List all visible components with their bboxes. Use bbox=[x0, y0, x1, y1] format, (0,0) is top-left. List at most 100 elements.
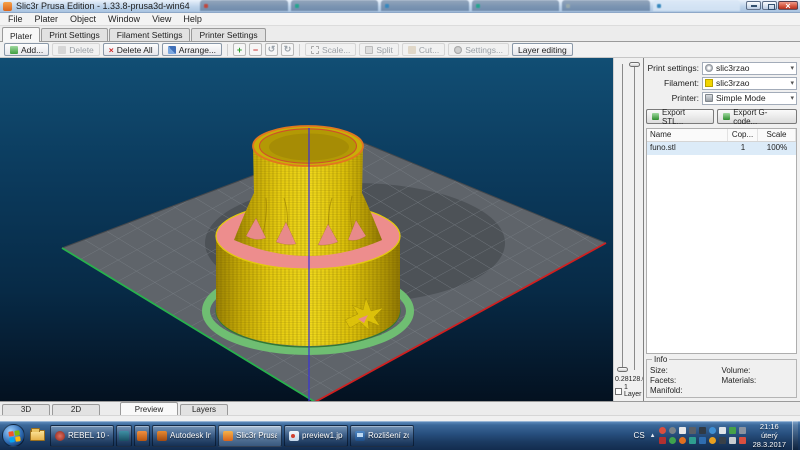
browser-tab[interactable] bbox=[472, 0, 560, 11]
favicon bbox=[295, 4, 299, 8]
bottom-layer-handle[interactable] bbox=[617, 367, 628, 372]
tray-icon[interactable] bbox=[689, 437, 696, 444]
settings-icon bbox=[454, 46, 462, 54]
tray-icon[interactable] bbox=[729, 427, 736, 434]
tray-icon[interactable] bbox=[709, 427, 716, 434]
taskbar-button-pinned-2[interactable] bbox=[134, 425, 150, 447]
clock-time: 21:16 bbox=[753, 422, 786, 431]
mail-app-icon bbox=[55, 431, 65, 441]
favicon bbox=[204, 4, 208, 8]
cut-button[interactable]: Cut... bbox=[402, 43, 445, 56]
tray-icon[interactable] bbox=[709, 437, 716, 444]
browser-tab[interactable] bbox=[291, 0, 379, 11]
info-materials-label: Materials: bbox=[722, 376, 794, 385]
rotate-ccw-button[interactable]: ↺ bbox=[265, 43, 278, 56]
print-settings-select[interactable]: slic3rzao ▾ bbox=[702, 62, 797, 75]
top-layer-handle[interactable] bbox=[629, 62, 640, 67]
export-gcode-button[interactable]: Export G-code... bbox=[717, 109, 797, 124]
tray-icon[interactable] bbox=[739, 427, 746, 434]
tray-icon[interactable] bbox=[679, 437, 686, 444]
arrange-button[interactable]: Arrange... bbox=[162, 43, 222, 56]
view-tab-preview[interactable]: Preview bbox=[120, 402, 178, 415]
language-indicator[interactable]: CS bbox=[632, 430, 647, 441]
taskbar-button-inventor[interactable]: Autodesk Inventor Pr... bbox=[152, 425, 216, 447]
tab-printer-settings[interactable]: Printer Settings bbox=[191, 28, 265, 41]
clock[interactable]: 21:16 úterý 28.3.2017 bbox=[750, 422, 789, 449]
delete-button[interactable]: Delete bbox=[52, 43, 100, 56]
window-controls bbox=[746, 1, 798, 10]
menu-plater[interactable]: Plater bbox=[29, 14, 65, 24]
decrease-copies-button[interactable]: − bbox=[249, 43, 262, 56]
favicon bbox=[476, 4, 480, 8]
object-list: Name Cop... Scale funo.stl 1 100% bbox=[646, 128, 797, 354]
printer-select[interactable]: Simple Mode ▾ bbox=[702, 92, 797, 105]
one-layer-checkbox[interactable] bbox=[615, 388, 622, 395]
app-icon bbox=[119, 431, 129, 441]
scene-canvas[interactable] bbox=[0, 58, 613, 401]
clock-weekday: úterý bbox=[753, 431, 786, 440]
slic3r-icon bbox=[223, 431, 233, 441]
object-scale: 100% bbox=[758, 142, 796, 155]
view-tab-3d[interactable]: 3D bbox=[2, 404, 50, 415]
browser-tab[interactable] bbox=[381, 0, 469, 11]
viewport-3d[interactable] bbox=[0, 58, 613, 401]
increase-copies-button[interactable]: + bbox=[233, 43, 246, 56]
menu-object[interactable]: Object bbox=[64, 14, 102, 24]
slider-values: 0.28 128.00 bbox=[614, 376, 643, 383]
tray-icon[interactable] bbox=[739, 437, 746, 444]
layer-slider-panel: 0.28 128.00 1 Layer bbox=[613, 58, 643, 401]
split-button[interactable]: Split bbox=[359, 43, 399, 56]
taskbar-button-slic3r[interactable]: Slic3r Prusa Edition - ... bbox=[218, 425, 282, 447]
start-button[interactable] bbox=[2, 424, 25, 447]
tray-icon[interactable] bbox=[669, 427, 676, 434]
windows-logo-icon bbox=[8, 430, 19, 441]
maximize-button[interactable] bbox=[762, 1, 777, 10]
browser-tab[interactable] bbox=[200, 0, 288, 11]
view-tab-2d[interactable]: 2D bbox=[52, 404, 100, 415]
browser-tab-active[interactable] bbox=[653, 0, 741, 11]
menu-window[interactable]: Window bbox=[102, 14, 146, 24]
view-tab-layers[interactable]: Layers bbox=[180, 404, 228, 415]
tray-icon[interactable] bbox=[659, 427, 666, 434]
tray-icon[interactable] bbox=[669, 437, 676, 444]
object-list-row[interactable]: funo.stl 1 100% bbox=[647, 142, 796, 155]
scale-button[interactable]: Scale... bbox=[305, 43, 356, 56]
delete-all-button[interactable]: ×Delete All bbox=[103, 43, 159, 56]
bottom-layer-slider[interactable] bbox=[622, 64, 623, 370]
top-layer-slider[interactable] bbox=[634, 64, 635, 370]
taskbar-button-rebel[interactable]: REBEL 10 - Odeslat o... bbox=[50, 425, 114, 447]
tray-icon[interactable] bbox=[679, 427, 686, 434]
tray-icon[interactable] bbox=[719, 427, 726, 434]
favicon bbox=[657, 4, 661, 8]
tray-icon[interactable] bbox=[719, 437, 726, 444]
explorer-icon[interactable] bbox=[30, 430, 45, 441]
toolbar-separator bbox=[299, 44, 300, 56]
tab-print-settings[interactable]: Print Settings bbox=[41, 28, 108, 41]
taskbar-button-pinned-1[interactable] bbox=[116, 425, 132, 447]
tray-icon[interactable] bbox=[729, 437, 736, 444]
show-hidden-icons[interactable]: ▲ bbox=[650, 433, 656, 439]
filament-select[interactable]: slic3rzao ▾ bbox=[702, 77, 797, 90]
add-button[interactable]: Add... bbox=[4, 43, 49, 56]
export-stl-button[interactable]: Export STL... bbox=[646, 109, 714, 124]
tab-filament-settings[interactable]: Filament Settings bbox=[109, 28, 191, 41]
show-desktop-button[interactable] bbox=[792, 421, 798, 450]
settings-button[interactable]: Settings... bbox=[448, 43, 509, 56]
layer-editing-toggle[interactable]: Layer editing bbox=[512, 43, 573, 56]
info-manifold-label: Manifold: bbox=[650, 386, 722, 395]
minimize-button[interactable] bbox=[746, 1, 761, 10]
rotate-cw-button[interactable]: ↻ bbox=[281, 43, 294, 56]
taskbar-button-paint[interactable]: preview1.jpg - Malov... bbox=[284, 425, 348, 447]
toolbar-separator bbox=[227, 44, 228, 56]
browser-tab[interactable] bbox=[562, 0, 650, 11]
tray-icon[interactable] bbox=[699, 427, 706, 434]
tray-icon[interactable] bbox=[689, 427, 696, 434]
tab-plater[interactable]: Plater bbox=[2, 27, 40, 42]
menu-help[interactable]: Help bbox=[177, 14, 208, 24]
tray-icon[interactable] bbox=[659, 437, 666, 444]
tray-icon[interactable] bbox=[699, 437, 706, 444]
menu-file[interactable]: File bbox=[2, 14, 29, 24]
taskbar-button-display-settings[interactable]: Rozlišení zobrazení bbox=[350, 425, 414, 447]
menu-view[interactable]: View bbox=[146, 14, 177, 24]
close-button[interactable] bbox=[778, 1, 798, 10]
